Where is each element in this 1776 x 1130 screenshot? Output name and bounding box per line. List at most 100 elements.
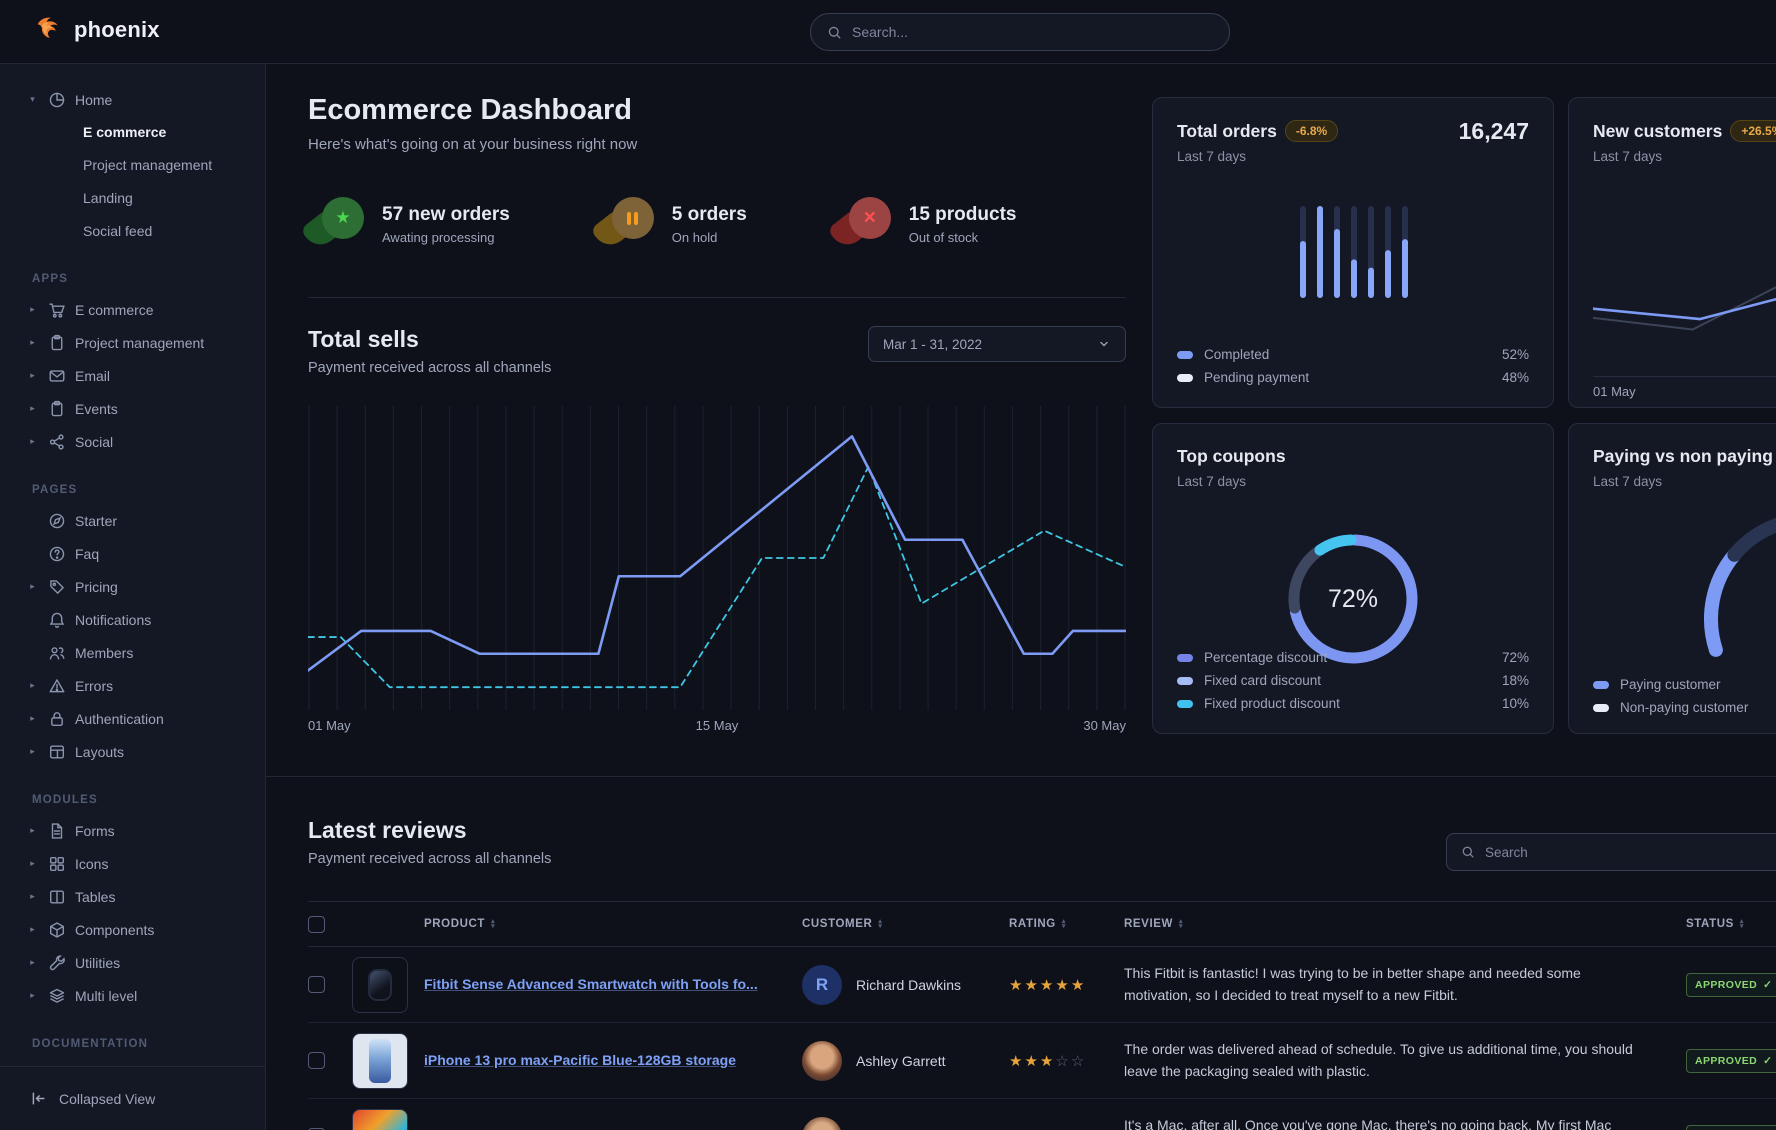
row-checkbox[interactable]: [308, 1052, 325, 1069]
sidebar-item-starter[interactable]: Starter: [0, 504, 265, 537]
column-header-review[interactable]: REVIEW ▴▾: [1124, 918, 1686, 930]
stat-value: 15 products: [909, 204, 1017, 226]
sidebar-item-email[interactable]: ▸Email: [0, 359, 265, 392]
sidebar-item-components[interactable]: ▸Components: [0, 913, 265, 946]
sidebar-item-faq[interactable]: Faq: [0, 537, 265, 570]
sidebar-subitem-social-feed[interactable]: Social feed: [0, 214, 265, 247]
column-header-product[interactable]: PRODUCT▴▾: [424, 918, 802, 930]
sidebar: ▾ Home E commerceProject managementLanding…: [0, 64, 266, 1130]
sidebar-item-events[interactable]: ▸Events: [0, 392, 265, 425]
sidebar-item-social[interactable]: ▸Social: [0, 425, 265, 458]
sort-icon[interactable]: ▴▾: [491, 919, 495, 929]
row-checkbox-cell: [308, 1052, 352, 1069]
total-orders-legend: Completed52%Pending payment48%: [1177, 343, 1529, 389]
sidebar-item-icons[interactable]: ▸Icons: [0, 847, 265, 880]
sort-icon[interactable]: ▴▾: [1740, 919, 1744, 929]
global-search-input[interactable]: [852, 24, 1213, 40]
column-header-customer[interactable]: CUSTOMER▴▾: [802, 918, 1009, 930]
new-customers-card: New customers+26.5% Last 7 days 01 May: [1568, 97, 1776, 408]
total-sells-title: Total sells: [308, 326, 551, 353]
collapse-sidebar-button[interactable]: Collapsed View: [0, 1066, 265, 1130]
total-orders-title: Total orders: [1177, 121, 1277, 141]
top-coupons-legend: Percentage discount72%Fixed card discoun…: [1177, 646, 1529, 715]
reviews-table-body: Fitbit Sense Advanced Smartwatch with To…: [308, 947, 1776, 1130]
total-sells-chart-svg: [308, 406, 1126, 710]
sort-icon[interactable]: ▴▾: [878, 919, 882, 929]
sidebar-item-label: Faq: [75, 546, 99, 562]
brand-logo[interactable]: phoenix: [34, 15, 160, 45]
sort-icon[interactable]: ▴▾: [1179, 919, 1183, 929]
caret-right-icon: ▸: [26, 990, 39, 1001]
compass-icon: [48, 512, 66, 530]
kpi-cards-grid: Total orders-6.8% Last 7 days 16,247 Com…: [1152, 97, 1776, 734]
cart-icon: [48, 301, 66, 319]
column-header-rating[interactable]: RATING ▴▾: [1009, 918, 1124, 930]
caret-down-icon: ▾: [26, 94, 39, 105]
product-thumbnail-macbook[interactable]: [352, 1109, 408, 1130]
sidebar-item-project-management[interactable]: ▸Project management: [0, 326, 265, 359]
product-thumbnail-iphone[interactable]: [352, 1033, 408, 1089]
caret-right-icon: ▸: [26, 891, 39, 902]
sidebar-item-notifications[interactable]: Notifications: [0, 603, 265, 636]
legend-item: Percentage discount72%: [1177, 646, 1529, 669]
review-text: The order was delivered ahead of schedul…: [1124, 1039, 1686, 1082]
sidebar-item-layouts[interactable]: ▸Layouts: [0, 735, 265, 768]
star-icon: ★: [1009, 1053, 1024, 1070]
search-icon: [1461, 845, 1475, 859]
sidebar-item-pricing[interactable]: ▸Pricing: [0, 570, 265, 603]
sidebar-item-multi-level[interactable]: ▸Multi level: [0, 979, 265, 1012]
avatar[interactable]: R: [802, 965, 842, 1005]
column-header-status[interactable]: STATUS▴▾: [1686, 918, 1776, 930]
legend-swatch: [1593, 704, 1609, 712]
wrench-icon: [48, 954, 66, 972]
grid-icon: [48, 855, 66, 873]
caret-right-icon: ▸: [26, 924, 39, 935]
sidebar-item-authentication[interactable]: ▸Authentication: [0, 702, 265, 735]
sidebar-subitem-project-management[interactable]: Project management: [0, 148, 265, 181]
column-header-label: RATING: [1009, 918, 1056, 930]
sidebar-item-label: Members: [75, 645, 133, 661]
rating-stars: ★★★★★: [1009, 976, 1124, 994]
header-checkbox-cell: [308, 916, 352, 933]
sidebar-item-members[interactable]: Members: [0, 636, 265, 669]
sort-icon[interactable]: ▴▾: [1062, 919, 1066, 929]
avatar[interactable]: [802, 1041, 842, 1081]
global-search[interactable]: [810, 13, 1230, 51]
product-thumbnail-smartwatch[interactable]: [352, 957, 408, 1013]
legend-value: 48%: [1502, 370, 1529, 385]
new-customers-title: New customers: [1593, 121, 1722, 141]
customer-cell: Ashley Garrett: [802, 1041, 1009, 1081]
row-checkbox[interactable]: [308, 976, 325, 993]
clipboard-icon: [48, 400, 66, 418]
column-header-label: REVIEW: [1124, 918, 1173, 930]
legend-swatch: [1177, 374, 1193, 382]
total-orders-bar-chart: [1297, 206, 1409, 298]
latest-reviews-section: Latest reviews Payment received across a…: [266, 776, 1776, 1130]
sidebar-item-label: Layouts: [75, 744, 124, 760]
legend-label: Percentage discount: [1204, 650, 1502, 665]
sidebar-item-forms[interactable]: ▸Forms: [0, 814, 265, 847]
sidebar-item-tables[interactable]: ▸ Tables: [0, 880, 265, 913]
product-link[interactable]: Fitbit Sense Advanced Smartwatch with To…: [424, 975, 802, 995]
legend-item: Paying customer: [1593, 673, 1776, 696]
reviews-search-input[interactable]: [1485, 845, 1771, 860]
pause-icon: [612, 197, 654, 239]
sidebar-subitem-landing[interactable]: Landing: [0, 181, 265, 214]
sidebar-item-utilities[interactable]: ▸Utilities: [0, 946, 265, 979]
cross-icon: ×: [849, 197, 891, 239]
sidebar-item-label: Tables: [75, 889, 115, 905]
product-link[interactable]: iPhone 13 pro max-Pacific Blue-128GB sto…: [424, 1051, 802, 1071]
reviews-search[interactable]: [1446, 833, 1776, 871]
brand-name: phoenix: [74, 17, 160, 43]
status-badge: APPROVED ✓: [1686, 1125, 1776, 1130]
avatar[interactable]: [802, 1117, 842, 1130]
sidebar-subitem-e-commerce[interactable]: E commerce: [0, 115, 265, 148]
sidebar-item-e-commerce[interactable]: ▸E commerce: [0, 293, 265, 326]
sidebar-item-home[interactable]: ▾ Home: [0, 84, 265, 115]
sidebar-item-label: Home: [75, 92, 112, 108]
select-all-checkbox[interactable]: [308, 916, 325, 933]
sidebar-item-errors[interactable]: ▸Errors: [0, 669, 265, 702]
stat-icon-pause: [598, 197, 658, 251]
date-range-select[interactable]: Mar 1 - 31, 2022: [868, 326, 1126, 362]
page-title: Ecommerce Dashboard: [308, 94, 1126, 127]
